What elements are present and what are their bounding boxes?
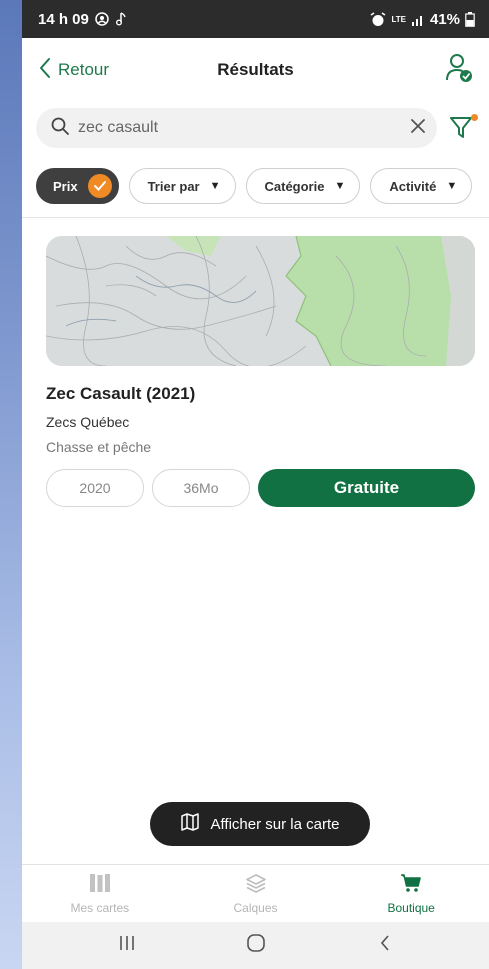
system-back-button[interactable] [355, 928, 415, 964]
filter-icon [449, 117, 475, 144]
result-category: Chasse et pêche [46, 439, 152, 455]
result-publisher: Zecs Québec [46, 414, 130, 430]
chip-trier-par[interactable]: Trier par ▼ [128, 168, 236, 204]
filter-button[interactable] [449, 114, 478, 144]
tab-label: Calques [233, 900, 278, 915]
result-title[interactable]: Zec Casault (2021) [46, 384, 475, 404]
chevron-left-icon [38, 57, 52, 84]
tab-label: Mes cartes [70, 900, 130, 915]
year-badge: 2020 [46, 469, 144, 507]
show-on-map-button[interactable]: Afficher sur la carte [150, 802, 370, 846]
chip-label: Trier par [147, 178, 200, 194]
caret-down-icon: ▼ [334, 180, 346, 192]
clear-search-icon[interactable] [409, 117, 427, 140]
cart-icon [400, 873, 422, 896]
tab-mes-cartes[interactable]: Mes cartes [22, 865, 178, 922]
result-card: Zec Casault (2021) Zecs Québec Chasse et… [22, 218, 489, 507]
status-bar: 14 h 09 LTE 41% [22, 0, 489, 38]
app-header: Retour Résultats [22, 38, 489, 102]
filter-chips: Prix Trier par ▼ Catégorie ▼ Activité ▼ [22, 154, 489, 218]
tab-boutique[interactable]: Boutique [333, 865, 489, 922]
user-verified-icon [445, 53, 473, 87]
battery-icon [465, 11, 475, 27]
caret-down-icon: ▼ [209, 180, 221, 192]
tab-label: Boutique [387, 900, 435, 915]
size-badge: 36Mo [152, 469, 250, 507]
battery-level: 41% [429, 10, 460, 28]
chip-label: Activité [389, 178, 437, 194]
chip-prix[interactable]: Prix [36, 168, 119, 204]
search-icon [50, 116, 70, 141]
result-actions: 2020 36Mo Gratuite [46, 469, 475, 507]
caret-down-icon: ▼ [446, 180, 458, 192]
chip-activite[interactable]: Activité ▼ [370, 168, 473, 204]
check-icon [87, 174, 112, 198]
chevron-left-icon [379, 934, 391, 957]
filter-active-dot [471, 114, 478, 121]
get-free-button[interactable]: Gratuite [258, 469, 475, 507]
system-nav-bar [22, 922, 489, 969]
alarm-icon [370, 11, 386, 27]
chip-categorie[interactable]: Catégorie ▼ [245, 168, 361, 204]
search-input[interactable] [78, 119, 401, 137]
network-type: LTE [391, 14, 406, 24]
home-icon [246, 933, 266, 958]
signal-icon [411, 13, 425, 26]
chip-label: Catégorie [264, 178, 325, 194]
status-time: 14 h 09 [38, 10, 89, 28]
search-row [22, 102, 489, 154]
back-button[interactable]: Retour [38, 57, 109, 84]
show-on-map-label: Afficher sur la carte [210, 815, 340, 833]
tab-calques[interactable]: Calques [178, 865, 334, 922]
bottom-tab-bar: Mes cartes Calques Boutique [22, 864, 489, 922]
account-status-icon [95, 12, 109, 26]
map-thumbnail[interactable] [46, 236, 475, 366]
map-preview-image [46, 236, 475, 366]
account-button[interactable] [445, 53, 473, 88]
chip-label: Prix [53, 178, 78, 194]
map-icon [89, 873, 111, 896]
recent-apps-icon [117, 934, 137, 957]
music-note-icon [115, 12, 127, 26]
back-label: Retour [58, 60, 110, 79]
search-bar [36, 108, 437, 148]
phone-screen: 14 h 09 LTE 41% Retour Résultats zec cas… [22, 0, 489, 969]
layers-icon [245, 873, 267, 896]
recent-apps-button[interactable] [97, 928, 157, 964]
home-button[interactable] [226, 928, 286, 964]
map-icon [180, 813, 199, 835]
